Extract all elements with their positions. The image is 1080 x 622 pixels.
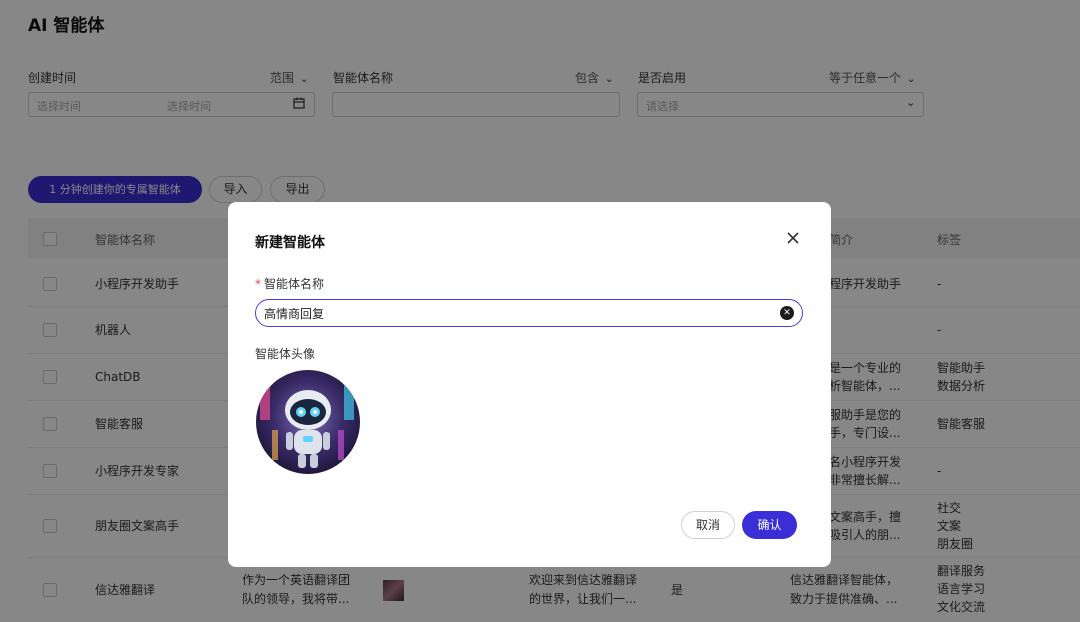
agent-name-input[interactable] — [255, 299, 803, 327]
cancel-button[interactable]: 取消 — [681, 511, 735, 539]
avatar-field-label: 智能体头像 — [255, 347, 316, 361]
create-agent-dialog: 新建智能体 *智能体名称 ✕ 智能体头像 — [228, 202, 831, 567]
dialog-title: 新建智能体 — [255, 235, 325, 251]
name-field-label: * 智能体名称 — [255, 277, 325, 291]
clear-input-icon[interactable]: ✕ — [780, 306, 794, 320]
confirm-button[interactable]: 确认 — [742, 511, 797, 539]
agent-avatar-image[interactable] — [256, 370, 360, 474]
required-marker: * — [255, 277, 261, 291]
close-icon[interactable] — [783, 230, 803, 250]
